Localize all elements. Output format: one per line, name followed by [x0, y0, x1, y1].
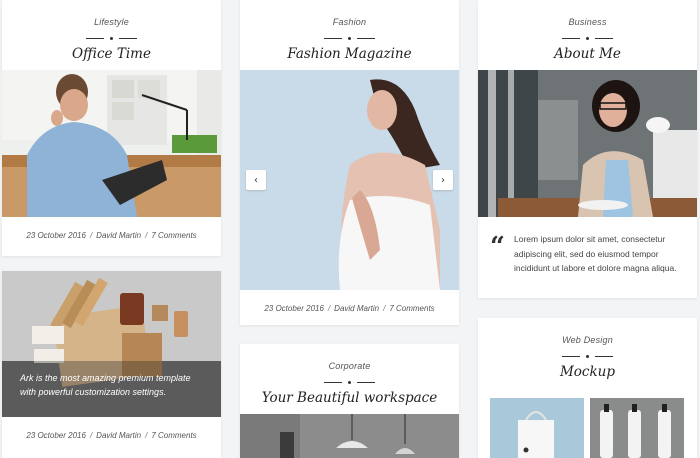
- post-title[interactable]: About Me: [554, 46, 621, 62]
- card-header: Business About Me: [478, 0, 697, 63]
- gallery-image-bottles[interactable]: [590, 398, 684, 458]
- card-header: Fashion Fashion Magazine: [240, 0, 459, 63]
- post-title[interactable]: Mockup: [560, 364, 615, 380]
- post-category[interactable]: Lifestyle: [94, 17, 129, 27]
- gallery-image-bag[interactable]: [490, 398, 584, 458]
- office-photo: [2, 70, 221, 217]
- post-meta: 23 October 2016/David Martin/7 Comments: [26, 231, 197, 240]
- quote-icon: “: [490, 232, 505, 262]
- slider-next-button[interactable]: ›: [433, 170, 453, 190]
- post-category[interactable]: Fashion: [333, 17, 366, 27]
- post-title[interactable]: Your Beautiful workspace: [262, 390, 438, 406]
- fashion-photo: [240, 70, 459, 290]
- post-author-link[interactable]: David Martin: [334, 304, 379, 313]
- bag-mockup-photo: [490, 398, 584, 458]
- post-category[interactable]: Business: [568, 17, 606, 27]
- post-card-ark: Ark is the most amazing premium template…: [2, 271, 221, 458]
- post-title[interactable]: Office Time: [72, 46, 151, 62]
- chevron-right-icon: ›: [441, 174, 445, 186]
- post-title[interactable]: Fashion Magazine: [287, 46, 411, 62]
- title-divider: [478, 355, 697, 358]
- post-image-workspace[interactable]: [240, 414, 459, 458]
- post-comments-link[interactable]: 7 Comments: [151, 431, 196, 440]
- post-date: 23 October 2016: [26, 231, 86, 240]
- post-card-about-me: Business About Me “ Lorem ipsum dolor si…: [478, 0, 697, 298]
- post-card-fashion: Fashion Fashion Magazine ‹ › 23 October …: [240, 0, 459, 325]
- title-divider: [240, 381, 459, 384]
- slider-prev-button[interactable]: ‹: [246, 170, 266, 190]
- post-author-link[interactable]: David Martin: [96, 231, 141, 240]
- card-header: Corporate Your Beautiful workspace: [240, 344, 459, 407]
- post-image-cafe[interactable]: [478, 70, 697, 217]
- title-divider: [240, 37, 459, 40]
- post-date: 23 October 2016: [264, 304, 324, 313]
- cafe-photo: [478, 70, 697, 217]
- card-header: Web Design Mockup: [478, 318, 697, 381]
- post-card-office-time: Lifestyle Office Time 23 October 2016/Da…: [2, 0, 221, 256]
- chevron-left-icon: ‹: [254, 174, 258, 186]
- post-meta: 23 October 2016/David Martin/7 Comments: [264, 304, 435, 313]
- post-meta: 23 October 2016/David Martin/7 Comments: [26, 431, 197, 440]
- about-quote-text: Lorem ipsum dolor sit amet, consectetur …: [514, 234, 677, 273]
- post-category[interactable]: Corporate: [329, 361, 371, 371]
- title-divider: [2, 37, 221, 40]
- bottles-mockup-photo: [590, 398, 684, 458]
- workspace-photo: [240, 414, 459, 458]
- post-category[interactable]: Web Design: [562, 335, 613, 345]
- post-image-office[interactable]: [2, 70, 221, 217]
- post-image-branding[interactable]: Ark is the most amazing premium template…: [2, 271, 221, 417]
- post-card-mockup: Web Design Mockup: [478, 318, 697, 458]
- post-comments-link[interactable]: 7 Comments: [151, 231, 196, 240]
- post-card-workspace: Corporate Your Beautiful workspace: [240, 344, 459, 458]
- about-quote: “ Lorem ipsum dolor sit amet, consectetu…: [490, 232, 685, 276]
- title-divider: [478, 37, 697, 40]
- post-author-link[interactable]: David Martin: [96, 431, 141, 440]
- post-date: 23 October 2016: [26, 431, 86, 440]
- post-excerpt-overlay: Ark is the most amazing premium template…: [20, 373, 191, 397]
- post-image-slider[interactable]: ‹ ›: [240, 70, 459, 290]
- card-header: Lifestyle Office Time: [2, 0, 221, 63]
- post-comments-link[interactable]: 7 Comments: [389, 304, 434, 313]
